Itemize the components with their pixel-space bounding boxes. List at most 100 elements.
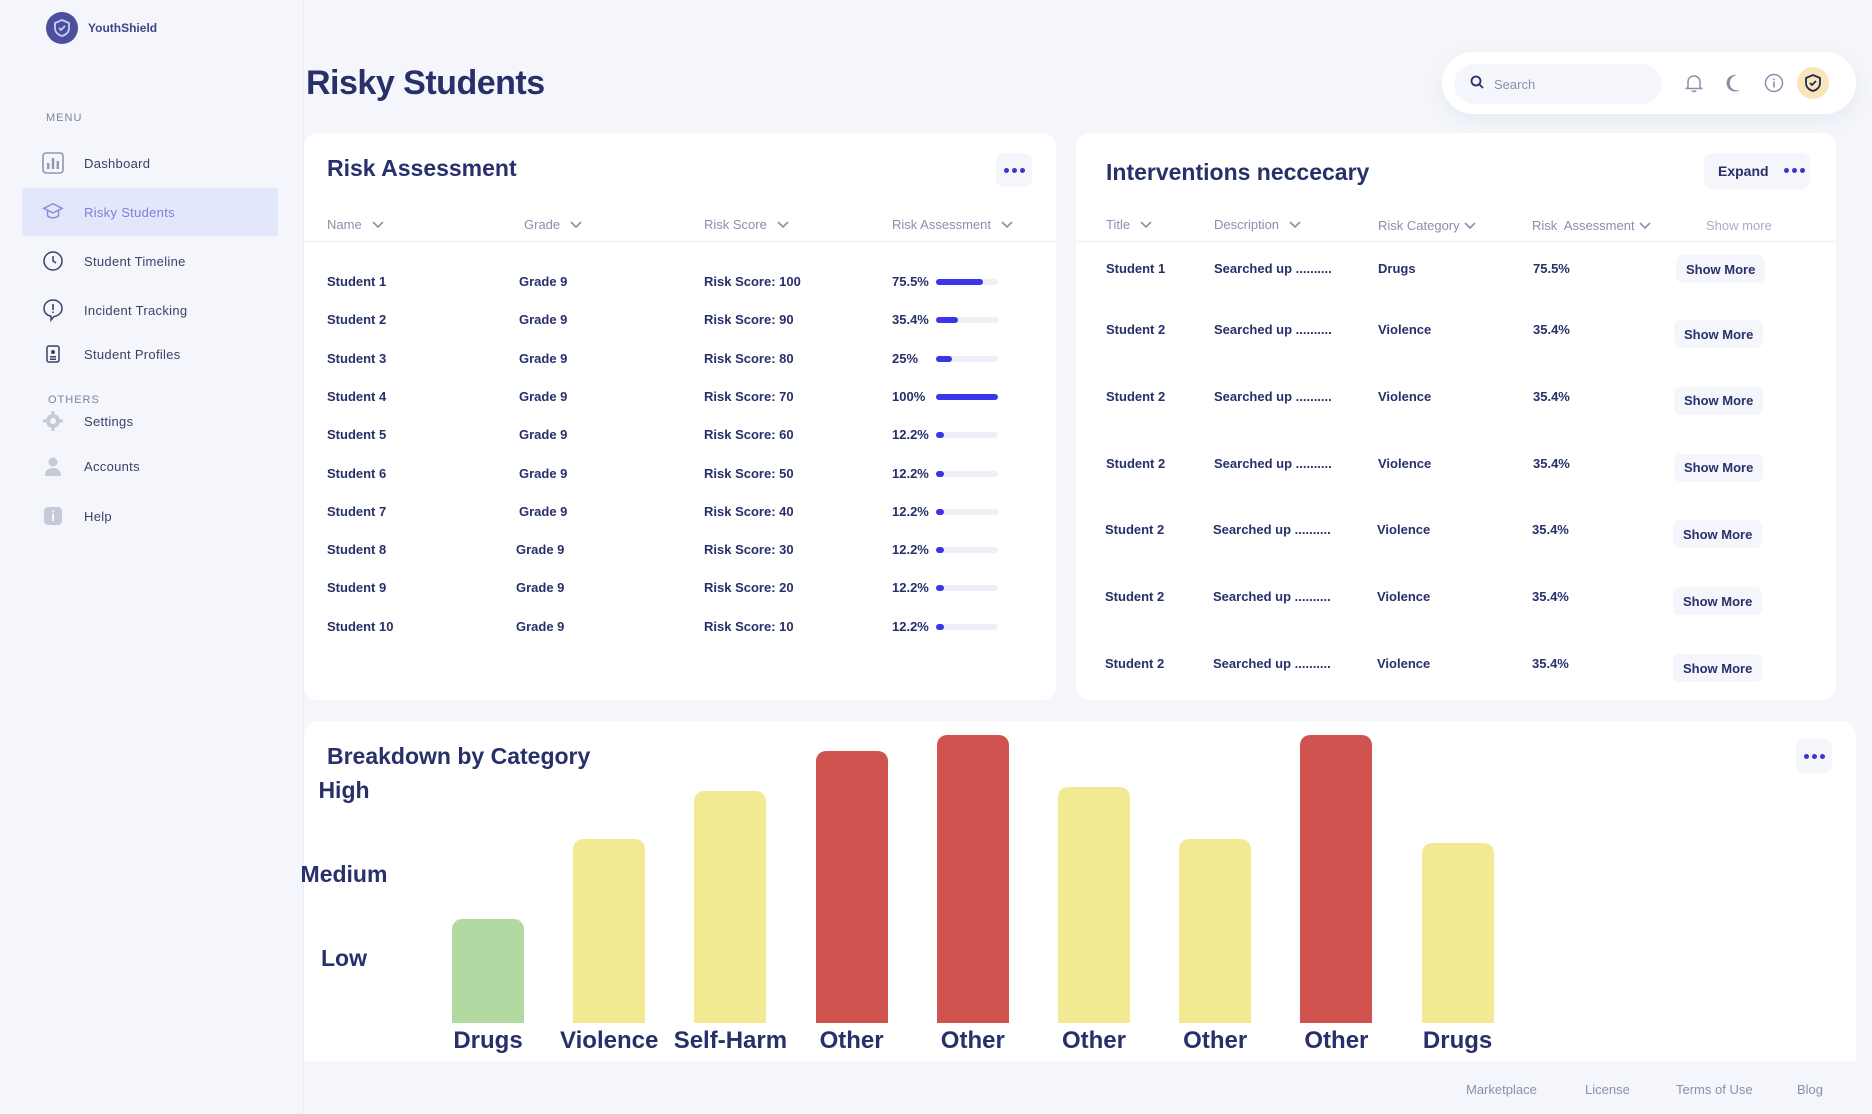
breakdown-card: Breakdown by Category Low Medium High Drugs… <box>301 721 1856 1061</box>
x-tick-label: Other <box>819 1027 884 1054</box>
more-dots-icon <box>1003 167 1009 173</box>
chevron-down-icon <box>570 220 582 228</box>
risk-score: Risk Score: 80 <box>704 350 794 366</box>
divider <box>1076 241 1836 242</box>
sidebar-item-help[interactable]: Help <box>22 492 278 540</box>
search-input[interactable] <box>1494 76 1644 92</box>
column-header-title[interactable]: Title <box>1106 217 1152 232</box>
show-more-button[interactable]: Show More <box>1674 386 1764 415</box>
column-header-grade[interactable]: Grade <box>524 217 582 232</box>
chart-bar[interactable] <box>1179 839 1252 1023</box>
column-header-risk-category[interactable]: Risk Category <box>1378 218 1476 233</box>
student-grade: Grade 9 <box>519 427 568 443</box>
sidebar-item-risky-students[interactable]: Risky Students <box>22 188 278 236</box>
sidebar-item-label: Risky Students <box>84 204 175 220</box>
footer-link-terms[interactable]: Terms of Use <box>1676 1082 1753 1097</box>
intervention-category: Violence <box>1377 522 1431 538</box>
chart-bar[interactable] <box>1300 735 1373 1023</box>
show-more-button[interactable]: Show More <box>1674 453 1764 482</box>
chevron-down-icon <box>1289 220 1301 228</box>
gear-icon <box>42 410 64 432</box>
risk-score: Risk Score: 90 <box>704 312 794 328</box>
sidebar-item-dashboard[interactable]: Dashboard <box>22 139 278 187</box>
chart-bar[interactable] <box>573 839 646 1023</box>
intervention-title: Student 2 <box>1105 589 1165 605</box>
risk-score: Risk Score: 20 <box>704 580 794 596</box>
column-header-risk-assessment[interactable]: Risk Assessment <box>892 217 1013 232</box>
expand-label: Expand <box>1718 163 1769 179</box>
sidebar-item-label: Help <box>84 508 112 524</box>
sidebar-item-label: Incident Tracking <box>84 302 188 318</box>
sidebar-item-label: Student Profiles <box>84 346 181 362</box>
student-name: Student 2 <box>327 312 387 328</box>
more-dots-icon[interactable] <box>1784 168 1805 173</box>
intervention-description: Searched up .......... <box>1213 589 1331 605</box>
interventions-title: Interventions neccecary <box>1106 159 1370 185</box>
risk-progress-fill <box>936 547 944 554</box>
show-more-button[interactable]: Show More <box>1673 654 1763 682</box>
expand-button[interactable]: Expand <box>1704 153 1810 189</box>
student-name: Student 7 <box>327 503 387 519</box>
risk-percent: 12.2% <box>892 580 929 596</box>
column-header-description[interactable]: Description <box>1214 217 1301 232</box>
student-grade: Grade 9 <box>519 274 568 289</box>
show-more-button[interactable]: Show More <box>1673 587 1763 616</box>
shield-logo-icon <box>46 12 78 44</box>
sidebar-item-student-timeline[interactable]: Student Timeline <box>22 237 278 285</box>
breakdown-menu-button[interactable] <box>1796 739 1832 773</box>
footer-link-blog[interactable]: Blog <box>1797 1082 1823 1097</box>
y-tick-label: High <box>318 777 370 803</box>
intervention-description: Searched up .......... <box>1213 656 1331 671</box>
chart-bar[interactable] <box>1421 843 1494 1023</box>
footer-link-license[interactable]: License <box>1585 1082 1630 1097</box>
show-more-button[interactable]: Show More <box>1673 520 1763 549</box>
intervention-title: Student 2 <box>1106 322 1166 337</box>
sidebar-item-student-profiles[interactable]: Student Profiles <box>22 330 278 378</box>
chart-bar[interactable] <box>694 791 767 1023</box>
risk-progress-bar <box>936 508 998 515</box>
more-dots-icon <box>1803 753 1809 759</box>
column-header-risk-score[interactable]: Risk Score <box>704 217 789 232</box>
column-header-risk-assessment[interactable]: Risk Assessment <box>1532 218 1651 233</box>
show-more-button[interactable]: Show More <box>1676 255 1766 283</box>
avatar[interactable] <box>1797 67 1829 99</box>
intervention-category: Violence <box>1378 455 1432 471</box>
intervention-assessment: 35.4% <box>1532 589 1569 605</box>
risk-percent: 100% <box>892 388 926 404</box>
user-icon <box>42 455 64 477</box>
x-tick-label: Other <box>1061 1027 1126 1054</box>
risk-progress-bar <box>936 470 998 477</box>
search-box[interactable] <box>1454 64 1662 104</box>
risk-progress-fill <box>936 279 983 285</box>
risk-score: Risk Score: 40 <box>704 503 794 519</box>
moon-icon[interactable] <box>1722 71 1746 95</box>
bell-icon[interactable] <box>1682 71 1706 95</box>
brand[interactable]: YouthShield <box>46 12 157 44</box>
sidebar-item-incident-tracking[interactable]: Incident Tracking <box>22 286 278 334</box>
risk-score: Risk Score: 10 <box>704 618 794 634</box>
risk-progress-fill <box>936 470 944 477</box>
chevron-down-icon <box>1001 220 1013 228</box>
sidebar-item-settings[interactable]: Settings <box>22 397 278 445</box>
sidebar-item-accounts[interactable]: Accounts <box>22 442 278 490</box>
info-circle-icon[interactable] <box>1762 71 1786 95</box>
chevron-down-icon <box>372 220 384 228</box>
intervention-description: Searched up .......... <box>1214 455 1332 471</box>
student-grade: Grade 9 <box>519 312 568 328</box>
chart-bar[interactable] <box>1058 787 1130 1023</box>
chart-bar[interactable] <box>452 919 524 1023</box>
column-header-name[interactable]: Name <box>327 217 384 232</box>
risk-progress-bar <box>936 317 998 324</box>
risk-progress-bar <box>936 623 998 630</box>
chart-bar[interactable] <box>936 735 1009 1023</box>
risk-progress-fill <box>936 623 944 630</box>
x-tick-label: Other <box>940 1027 1005 1054</box>
intervention-category: Drugs <box>1378 261 1416 276</box>
intervention-title: Student 2 <box>1105 522 1165 538</box>
chart-bar[interactable] <box>815 751 888 1023</box>
search-icon <box>1470 75 1484 94</box>
risk-assessment-menu-button[interactable] <box>996 153 1032 187</box>
footer-link-marketplace[interactable]: Marketplace <box>1466 1082 1537 1097</box>
show-more-button[interactable]: Show More <box>1674 320 1764 348</box>
risk-progress-bar <box>936 547 998 554</box>
